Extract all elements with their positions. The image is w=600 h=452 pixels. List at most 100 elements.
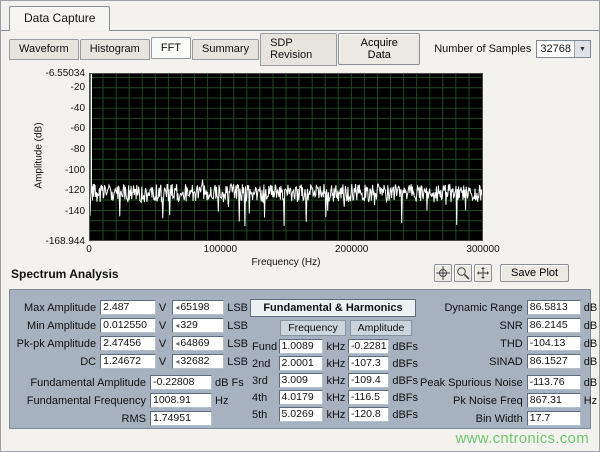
frequency-column-header: Frequency (280, 320, 346, 336)
harmonic-amp-field[interactable]: -0.2281 (348, 339, 389, 354)
dc-lsb-field[interactable]: ◂32682 (172, 354, 224, 369)
harmonic-amp-field[interactable]: -109.4 (348, 373, 389, 388)
pk-noise-freq-label: Pk Noise Freq (453, 395, 527, 407)
fundamental-amplitude-field[interactable]: -0.22808 (150, 375, 212, 390)
harmonic-amp-field[interactable]: -107.3 (348, 356, 389, 371)
acquire-data-button[interactable]: Acquire Data (338, 33, 420, 65)
tab-bar: Waveform Histogram FFT Summary SDP Revis… (9, 38, 591, 60)
fundamental-frequency-row: Fundamental Frequency 1008.91 Hz (12, 392, 250, 409)
pkpk-amplitude-label: Pk-pk Amplitude (12, 338, 100, 350)
harmonic-name: 5th (250, 409, 279, 421)
y-axis-tick-label: -6.55034 (39, 68, 85, 79)
bin-width-field[interactable]: 17.7 (527, 411, 581, 426)
harmonic-amp-field[interactable]: -120.8 (348, 407, 389, 422)
x-axis-tick-label: 100000 (190, 244, 250, 255)
dynamic-range-row: Dynamic Range 86.5813 dB (420, 299, 600, 316)
tab-summary[interactable]: Summary (192, 39, 259, 60)
harmonic-freq-field[interactable]: 4.0179 (279, 390, 324, 405)
dc-row: DC 1.24672 V ◂32682 LSB (12, 353, 250, 370)
spectrum-analysis-panel: Max Amplitude 2.487 V ◂65198 LSB Min Amp… (9, 289, 591, 429)
harmonic-freq-field[interactable]: 2.0001 (279, 356, 324, 371)
unit-label: dB (581, 302, 600, 314)
dc-label: DC (12, 356, 100, 368)
y-axis-tick-label: -60 (39, 123, 85, 134)
max-amplitude-label: Max Amplitude (12, 302, 100, 314)
harmonic-row-5th: 5th 5.0269 kHz -120.8 dBFs (250, 406, 420, 423)
save-plot-button[interactable]: Save Plot (500, 264, 569, 282)
cursor-crosshair-icon[interactable] (434, 264, 452, 282)
harmonic-freq-field[interactable]: 3.009 (279, 373, 324, 388)
unit-label: V (156, 338, 172, 350)
pan-hand-icon[interactable] (474, 264, 492, 282)
metrics-column: Dynamic Range 86.5813 dB SNR 86.2145 dB … (420, 299, 600, 428)
spinner-icon[interactable]: ◂ (175, 355, 179, 368)
window-tab-data-capture[interactable]: Data Capture (9, 6, 110, 31)
unit-label: dBFs (389, 358, 420, 370)
sinad-label: SINAD (489, 356, 527, 368)
snr-field[interactable]: 86.2145 (527, 318, 581, 333)
unit-label: V (156, 356, 172, 368)
x-axis: 0100000200000300000 (89, 244, 483, 256)
thd-field[interactable]: -104.13 (527, 336, 581, 351)
pkpk-amplitude-volts-field[interactable]: 2.47456 (100, 336, 156, 351)
tab-waveform[interactable]: Waveform (9, 39, 79, 60)
tab-sdp-revision[interactable]: SDP Revision (260, 33, 337, 66)
spinner-icon[interactable]: ◂ (175, 337, 179, 350)
fft-plot-canvas[interactable] (89, 73, 483, 241)
zoom-icon[interactable] (454, 264, 472, 282)
harmonics-header-row: Frequency Amplitude (250, 320, 420, 336)
harmonic-row-2nd: 2nd 2.0001 kHz -107.3 dBFs (250, 355, 420, 372)
min-amplitude-volts-field[interactable]: 0.012550 (100, 318, 156, 333)
unit-label: dBFs (389, 341, 420, 353)
y-axis-tick-label: -20 (39, 82, 85, 93)
snr-label: SNR (500, 320, 527, 332)
y-axis-tick-label: -100 (39, 165, 85, 176)
unit-label: dB (581, 338, 600, 350)
tab-histogram[interactable]: Histogram (80, 39, 150, 60)
bin-width-row: Bin Width 17.7 (420, 410, 600, 427)
chevron-down-icon[interactable]: ▼ (574, 41, 590, 57)
unit-label: dBFs (389, 375, 420, 387)
dynamic-range-label: Dynamic Range (444, 302, 526, 314)
pk-noise-freq-field[interactable]: 867.31 (527, 393, 581, 408)
peak-spurious-noise-row: Peak Spurious Noise -113.76 dB (420, 374, 600, 391)
unit-label: kHz (323, 409, 347, 421)
peak-spurious-noise-field[interactable]: -113.76 (527, 375, 581, 390)
harmonic-name: Fund (250, 341, 279, 353)
harmonics-title: Fundamental & Harmonics (250, 299, 416, 317)
rms-field[interactable]: 1.74951 (150, 411, 212, 426)
dynamic-range-field[interactable]: 86.5813 (527, 300, 581, 315)
spectrum-analysis-title: Spectrum Analysis (11, 267, 119, 281)
lsb-value: 65198 (180, 301, 209, 314)
harmonic-freq-field[interactable]: 5.0269 (279, 407, 324, 422)
fundamental-frequency-field[interactable]: 1008.91 (150, 393, 212, 408)
harmonics-table: Fundamental & Harmonics Frequency Amplit… (250, 299, 420, 428)
plot-toolbar: Save Plot (434, 264, 569, 282)
pkpk-amplitude-lsb-field[interactable]: ◂64869 (172, 336, 224, 351)
fft-chart[interactable]: -6.55034-20-40-60-80-100-120-140-168.944… (89, 73, 483, 241)
max-amplitude-volts-field[interactable]: 2.487 (100, 300, 156, 315)
spinner-icon[interactable]: ◂ (175, 301, 179, 314)
snr-row: SNR 86.2145 dB (420, 317, 600, 334)
dc-volts-field[interactable]: 1.24672 (100, 354, 156, 369)
pkpk-amplitude-row: Pk-pk Amplitude 2.47456 V ◂64869 LSB (12, 335, 250, 352)
sinad-row: SINAD 86.1527 dB (420, 353, 600, 370)
max-amplitude-lsb-field[interactable]: ◂65198 (172, 300, 224, 315)
spinner-icon[interactable]: ◂ (175, 319, 179, 332)
samples-value: 32768 (537, 41, 574, 57)
harmonic-freq-field[interactable]: 1.0089 (279, 339, 324, 354)
amplitude-column: Max Amplitude 2.487 V ◂65198 LSB Min Amp… (12, 299, 250, 428)
min-amplitude-lsb-field[interactable]: ◂329 (172, 318, 224, 333)
lsb-value: 32682 (180, 355, 209, 368)
y-axis-tick-label: -80 (39, 144, 85, 155)
unit-label: dB (581, 320, 600, 332)
max-amplitude-row: Max Amplitude 2.487 V ◂65198 LSB (12, 299, 250, 316)
sinad-field[interactable]: 86.1527 (527, 354, 581, 369)
harmonic-amp-field[interactable]: -116.5 (348, 390, 389, 405)
amplitude-column-header: Amplitude (350, 320, 412, 336)
unit-label: LSB (224, 338, 250, 350)
peak-spurious-noise-label: Peak Spurious Noise (420, 377, 527, 389)
samples-combobox[interactable]: 32768 ▼ (536, 40, 591, 58)
tab-fft[interactable]: FFT (151, 37, 191, 59)
unit-label: Hz (212, 395, 230, 407)
